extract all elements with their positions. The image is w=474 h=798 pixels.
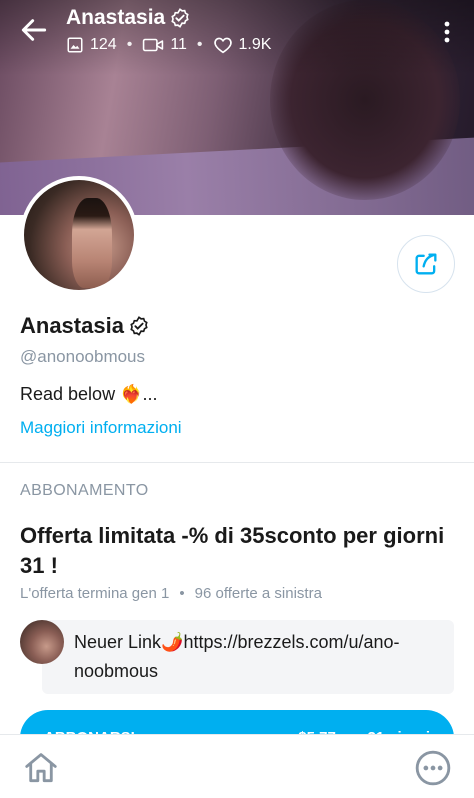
subscription-section-title: ABBONAMENTO <box>20 482 149 499</box>
offer-meta: L'offerta termina gen 1 • 96 offerte a s… <box>20 585 322 602</box>
heart-icon <box>213 37 232 54</box>
header-stats: 124 • 11 • 1.9K <box>66 36 271 54</box>
top-bar: Anastasia 124 • 11 • 1.9K <box>0 0 474 64</box>
avatar[interactable] <box>20 176 138 294</box>
offers-left: 96 offerte a sinistra <box>194 585 322 602</box>
more-horizontal-icon[interactable] <box>414 749 452 787</box>
offer-ends: L'offerta termina gen 1 <box>20 585 170 602</box>
profile-name-text: Anastasia <box>20 313 124 338</box>
video-icon <box>143 38 164 52</box>
header-name: Anastasia <box>66 6 166 29</box>
promo-message[interactable]: Neuer Link🌶️https://brezzels.com/u/ano-n… <box>42 620 454 694</box>
verified-icon <box>171 8 189 28</box>
home-icon[interactable] <box>22 749 60 787</box>
back-arrow-icon[interactable] <box>18 14 50 46</box>
offer-title: Offerta limitata -% di 35sconto per gior… <box>20 523 445 578</box>
promo-avatar <box>20 620 64 664</box>
share-button[interactable] <box>397 235 455 293</box>
photos-count: 124 <box>90 36 117 53</box>
profile-bio: Read below ❤️‍🔥... <box>20 384 158 404</box>
profile-handle: @anonoobmous <box>20 347 146 366</box>
likes-count: 1.9K <box>238 36 272 53</box>
verified-icon <box>130 316 148 336</box>
header-title: Anastasia <box>66 6 191 30</box>
share-icon <box>415 253 437 275</box>
more-vert-icon[interactable] <box>436 18 458 46</box>
section-divider <box>0 462 474 463</box>
more-info-link[interactable]: Maggiori informazioni <box>20 418 182 438</box>
bottom-nav <box>0 734 474 798</box>
image-icon <box>67 37 83 53</box>
profile-name: Anastasia <box>20 313 150 339</box>
videos-count: 11 <box>170 36 187 53</box>
